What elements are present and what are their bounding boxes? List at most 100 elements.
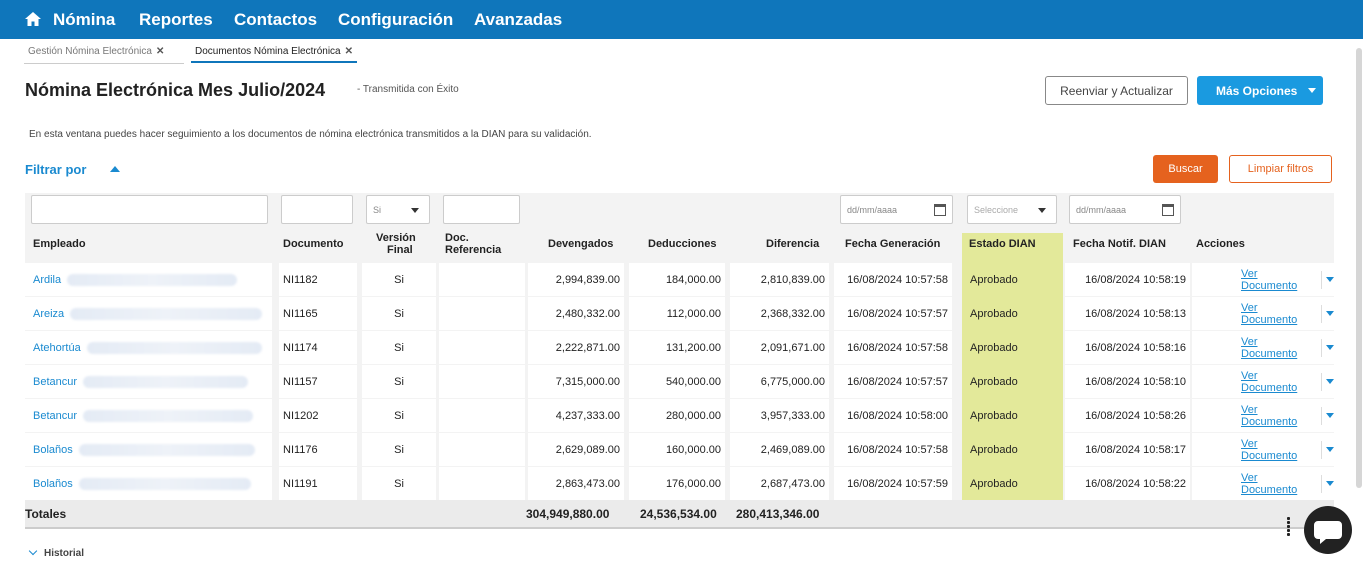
- action-divider: [1321, 372, 1322, 391]
- column-header-fecha-notif[interactable]: Fecha Notif. DIAN: [1073, 238, 1166, 250]
- chevron-down-icon[interactable]: [1326, 379, 1334, 384]
- cell-estado: Aprobado: [962, 433, 1063, 466]
- cell-text: Si: [394, 477, 404, 490]
- view-document-link[interactable]: Ver Documento: [1241, 370, 1311, 394]
- employee-link[interactable]: Bolaños: [33, 444, 73, 456]
- employee-link[interactable]: Ardila: [33, 274, 61, 286]
- action-divider: [1321, 440, 1322, 459]
- chevron-down-icon[interactable]: [1326, 413, 1334, 418]
- cell-accion: Ver Documento: [1192, 365, 1334, 398]
- column-header-estado-dian[interactable]: Estado DIAN: [969, 238, 1036, 250]
- cell-docref: [439, 365, 525, 398]
- view-document-link[interactable]: Ver Documento: [1241, 336, 1311, 360]
- column-header-version[interactable]: Versión Final: [376, 232, 416, 256]
- totals-row: Totales 304,949,880.00 24,536,534.00 280…: [25, 500, 1334, 529]
- column-header-empleado[interactable]: Empleado: [33, 238, 86, 250]
- cell-text: Si: [394, 443, 404, 456]
- cell-version: Si: [362, 467, 436, 500]
- page-title: Nómina Electrónica Mes Julio/2024: [25, 80, 326, 100]
- cell-text: 176,000.00: [665, 477, 721, 490]
- cell-deducciones: 176,000.00: [629, 467, 725, 500]
- chevron-down-icon[interactable]: [1326, 277, 1334, 282]
- cell-deducciones: 280,000.00: [629, 399, 725, 432]
- chevron-up-icon[interactable]: [110, 166, 120, 172]
- close-icon[interactable]: ✕: [156, 46, 164, 57]
- resend-update-button[interactable]: Reenviar y Actualizar: [1045, 76, 1188, 105]
- cell-deducciones: 540,000.00: [629, 365, 725, 398]
- tab-gestion-nomina[interactable]: Gestión Nómina Electrónica ✕: [24, 44, 168, 63]
- estado-filter-select[interactable]: Seleccione: [967, 195, 1057, 224]
- version-filter-select[interactable]: Si: [366, 195, 430, 224]
- cell-text: 2,222,871.00: [555, 341, 620, 354]
- cell-text: NI1176: [283, 443, 318, 456]
- column-header-fecha-generacion[interactable]: Fecha Generación: [845, 238, 940, 250]
- close-icon[interactable]: ✕: [345, 46, 353, 57]
- view-document-link[interactable]: Ver Documento: [1241, 268, 1311, 292]
- nav-configuracion[interactable]: Configuración: [338, 10, 453, 30]
- employee-link[interactable]: Atehortúa: [33, 342, 81, 354]
- view-document-link[interactable]: Ver Documento: [1241, 472, 1311, 496]
- filter-toggle[interactable]: Filtrar por: [25, 162, 86, 177]
- home-icon[interactable]: [24, 10, 42, 28]
- docref-filter-input[interactable]: [443, 195, 520, 224]
- more-options-button[interactable]: Más Opciones: [1197, 76, 1323, 105]
- nav-contactos[interactable]: Contactos: [234, 10, 317, 30]
- search-button[interactable]: Buscar: [1153, 155, 1218, 183]
- tab-documentos-nomina[interactable]: Documentos Nómina Electrónica ✕: [191, 44, 358, 63]
- chat-button[interactable]: [1304, 506, 1352, 554]
- tab-label: Documentos Nómina Electrónica: [195, 46, 341, 57]
- cell-text: Aprobado: [970, 341, 1018, 354]
- totals-diferencia: 280,413,346.00: [736, 507, 820, 521]
- cell-fecha_gen: 16/08/2024 10:57:57: [834, 365, 952, 398]
- view-document-link[interactable]: Ver Documento: [1241, 438, 1311, 462]
- column-header-docref[interactable]: Doc. Referencia: [445, 232, 501, 256]
- view-document-link[interactable]: Ver Documento: [1241, 302, 1311, 326]
- chevron-down-icon[interactable]: [1326, 447, 1334, 452]
- cell-fecha_gen: 16/08/2024 10:57:58: [834, 331, 952, 364]
- cell-text: 16/08/2024 10:57:58: [847, 341, 948, 354]
- tab-label: Gestión Nómina Electrónica: [28, 46, 152, 57]
- nav-nomina[interactable]: Nómina: [53, 10, 115, 30]
- employee-link[interactable]: Bolaños: [33, 478, 73, 490]
- redacted-name: [83, 375, 249, 388]
- page-subtitle: - Transmitida con Éxito: [357, 84, 459, 95]
- column-header-devengados[interactable]: Devengados: [548, 238, 613, 250]
- employee-filter-input[interactable]: [31, 195, 268, 224]
- cell-accion: Ver Documento: [1192, 399, 1334, 432]
- document-filter-input[interactable]: [281, 195, 353, 224]
- cell-deducciones: 184,000.00: [629, 263, 725, 296]
- clear-filters-button[interactable]: Limpiar filtros: [1229, 155, 1332, 183]
- notification-date-filter[interactable]: dd/mm/aaaa: [1069, 195, 1181, 224]
- view-document-link[interactable]: Ver Documento: [1241, 404, 1311, 428]
- cell-text: 4,237,333.00: [555, 409, 620, 422]
- cell-empleado: Bolaños: [25, 467, 272, 500]
- cell-docref: [439, 331, 525, 364]
- cell-documento: NI1202: [279, 399, 357, 432]
- cell-text: 2,091,671.00: [760, 341, 825, 354]
- chevron-down-icon[interactable]: [1326, 345, 1334, 350]
- column-header-documento[interactable]: Documento: [283, 238, 344, 250]
- page-scrollbar[interactable]: [1356, 48, 1362, 488]
- header-line: Referencia: [445, 244, 502, 256]
- chevron-down-icon[interactable]: [1326, 481, 1334, 486]
- calendar-icon[interactable]: [1162, 204, 1174, 216]
- cell-text: NI1157: [283, 375, 318, 388]
- employee-link[interactable]: Areiza: [33, 308, 64, 320]
- employee-link[interactable]: Betancur: [33, 376, 77, 388]
- cell-text: 16/08/2024 10:58:00: [847, 409, 948, 422]
- generation-date-filter[interactable]: dd/mm/aaaa: [840, 195, 953, 224]
- chevron-down-icon[interactable]: [1326, 311, 1334, 316]
- cell-text: 16/08/2024 10:57:58: [847, 273, 948, 286]
- cell-version: Si: [362, 263, 436, 296]
- drag-handle-icon[interactable]: [1287, 516, 1297, 540]
- action-divider: [1321, 270, 1322, 289]
- employee-link[interactable]: Betancur: [33, 410, 77, 422]
- calendar-icon[interactable]: [934, 204, 946, 216]
- cell-empleado: Bolaños: [25, 433, 272, 466]
- nav-reportes[interactable]: Reportes: [139, 10, 213, 30]
- cell-version: Si: [362, 399, 436, 432]
- column-header-deducciones[interactable]: Deducciones: [648, 238, 716, 250]
- nav-avanzadas[interactable]: Avanzadas: [474, 10, 562, 30]
- column-header-diferencia[interactable]: Diferencia: [766, 238, 819, 250]
- historial-toggle[interactable]: Historial: [28, 546, 84, 559]
